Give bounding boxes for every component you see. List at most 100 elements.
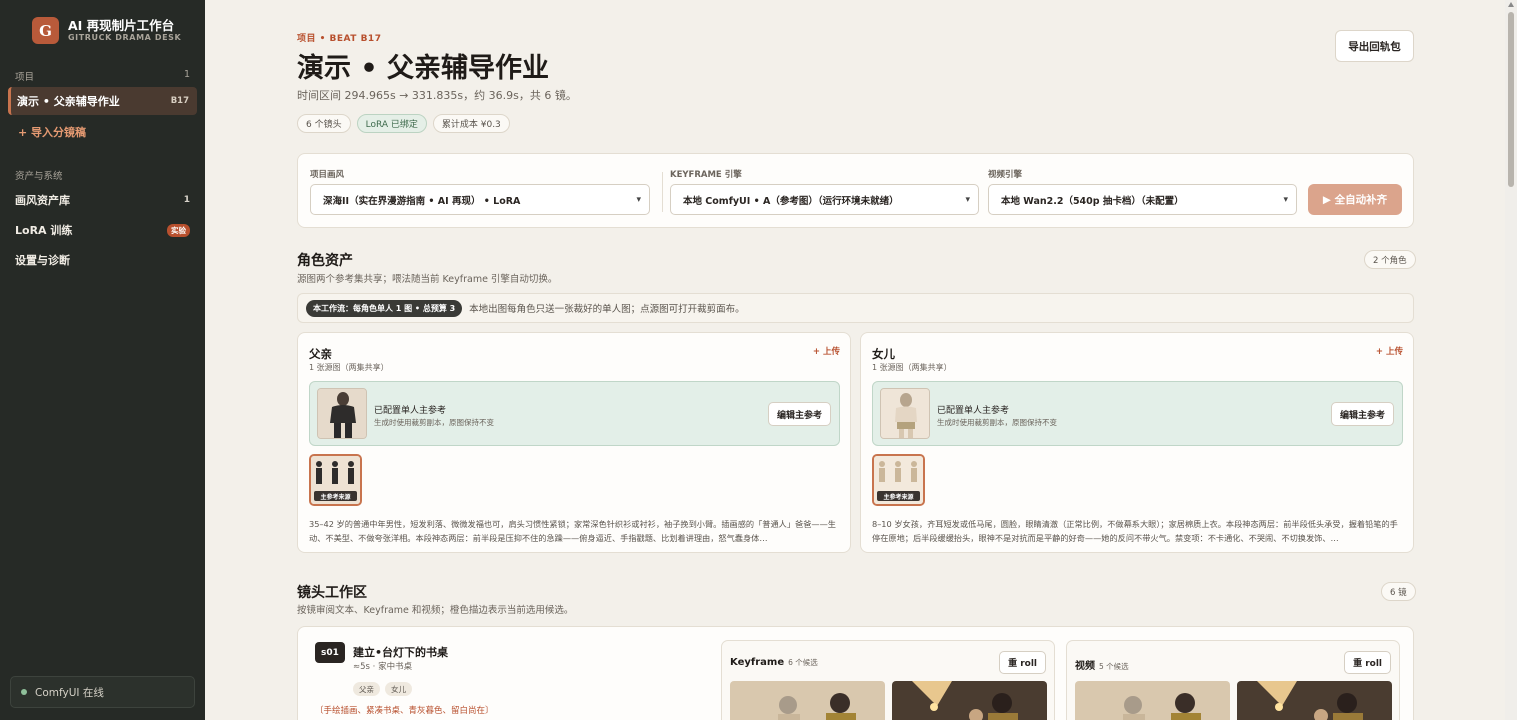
character-count-badge: 2 个角色 <box>1364 250 1416 269</box>
sidebar-item-label: LoRA 训练 <box>15 224 73 237</box>
video-title: 视频 <box>1075 661 1095 672</box>
lora-bound-tag: LoRA 已绑定 <box>356 114 427 133</box>
upload-button[interactable]: + 上传 <box>1376 345 1403 357</box>
sidebar-item-settings[interactable]: 设置与诊断 <box>15 252 190 268</box>
reroll-video-button[interactable]: 重 roll <box>1344 651 1391 674</box>
shots-subtitle: 按镜审阅文本、Keyframe 和视频；橙色描边表示当前选用候选。 <box>297 605 574 616</box>
sidebar-item-style-library[interactable]: 画风资产库 1 <box>15 192 190 208</box>
scroll-up-arrow-icon[interactable] <box>1508 2 1514 7</box>
shot-count-tag: 6 个镜头 <box>297 114 351 133</box>
workflow-info-bar: 本工作流：每角色单人 1 图 • 总预算 3 本地出图每角色只送一张裁好的单人图… <box>297 293 1414 323</box>
sidebar-item-active-project[interactable]: 演示 • 父亲辅导作业 B17 <box>8 87 197 115</box>
sidebar-item-lora-training[interactable]: LoRA 训练 实验 <box>15 222 190 238</box>
video-candidate[interactable] <box>1237 681 1392 720</box>
character-card-daughter: 女儿 1 张源图（两集共享） + 上传 已配置单人主参考 生成时使用裁剪副本，原… <box>860 332 1414 553</box>
reference-status: 已配置单人主参考 <box>937 406 1010 416</box>
breadcrumb: 项目 • BEAT B17 <box>297 34 382 44</box>
brand-logo: G <box>32 17 59 44</box>
panel-title: Keyframe 6 个候选 <box>730 657 818 668</box>
brand: G AI 再现制片工作台 GITRUCK DRAMA DESK <box>32 17 181 44</box>
select-value: 深海II（实在界漫游指南 • AI 再现） • LoRA <box>323 195 521 207</box>
sidebar-item-label: 演示 • 父亲辅导作业 <box>17 95 120 108</box>
brand-title: AI 再现制片工作台 <box>68 17 175 33</box>
video-candidates-panel: 视频 5 个候选 重 roll <box>1066 640 1400 720</box>
edit-main-reference-button[interactable]: 编辑主参考 <box>1330 402 1394 426</box>
candidate-count: 6 个候选 <box>788 658 818 667</box>
shot-character-tags: 父亲 女儿 <box>353 682 412 696</box>
shot-meta: ≈5s · 家中书桌 <box>353 662 413 672</box>
main-reference-panel: 已配置单人主参考 生成时使用裁剪副本，原图保持不变 编辑主参考 <box>872 381 1403 446</box>
keyframe-title: Keyframe <box>730 657 785 668</box>
video-engine-select[interactable]: 本地 Wan2.2（540p 抽卡档）（未配置） ▾ <box>988 184 1297 215</box>
reroll-keyframe-button[interactable]: 重 roll <box>999 651 1046 674</box>
reference-note: 生成时使用裁剪副本，原图保持不变 <box>374 418 494 427</box>
upload-button[interactable]: + 上传 <box>813 345 840 357</box>
page-title: 演示 • 父亲辅导作业 <box>297 53 550 84</box>
online-dot-icon <box>21 689 27 695</box>
brand-subtitle: GITRUCK DRAMA DESK <box>68 32 182 42</box>
source-image-thumbnail[interactable]: 主参考来源 <box>309 454 362 506</box>
chevron-down-icon: ▾ <box>636 194 641 205</box>
status-text: ComfyUI 在线 <box>35 686 104 699</box>
character-name: 父亲 <box>309 347 332 361</box>
sidebar: G AI 再现制片工作台 GITRUCK DRAMA DESK 项目 1 演示 … <box>0 0 205 720</box>
cost-tag: 累计成本 ¥0.3 <box>432 114 510 133</box>
main-reference-panel: 已配置单人主参考 生成时使用裁剪副本，原图保持不变 编辑主参考 <box>309 381 840 446</box>
chevron-down-icon: ▾ <box>1283 194 1288 205</box>
workflow-chip: 本工作流：每角色单人 1 图 • 总预算 3 <box>306 299 463 317</box>
source-image-thumbnail[interactable]: 主参考来源 <box>872 454 925 506</box>
main-reference-thumbnail[interactable] <box>317 388 367 439</box>
sidebar-item-count: 1 <box>183 195 190 205</box>
reference-status: 已配置单人主参考 <box>374 406 447 416</box>
import-storyboard-link[interactable]: + 导入分镜稿 <box>18 124 86 140</box>
sidebar-item-label: 画风资产库 <box>15 194 70 207</box>
character-description: 8–10 岁女孩，齐耳短发或低马尾，圆脸，眼睛清澈（正常比例，不做幕系大眼）；家… <box>872 519 1398 543</box>
shot-title: 建立•台灯下的书桌 <box>353 646 449 659</box>
beat-badge: B17 <box>170 96 189 106</box>
keyframe-engine-select[interactable]: 本地 ComfyUI • A（参考图）（运行环境未就绪） ▾ <box>670 184 979 215</box>
shots-title: 镜头工作区 <box>297 585 367 601</box>
page-subtitle: 时间区间 294.965s → 331.835s，约 36.9s，共 6 镜。 <box>297 89 577 102</box>
edit-main-reference-button[interactable]: 编辑主参考 <box>767 402 831 426</box>
chevron-down-icon: ▾ <box>965 194 970 205</box>
character-source-count: 1 张源图（两集共享） <box>872 363 952 372</box>
workflow-info-text: 本地出图每角色只送一张裁好的单人图；点源图可打开裁剪面布。 <box>469 304 745 315</box>
section-count: 1 <box>183 69 190 80</box>
sidebar-section-assets: 资产与系统 <box>15 168 190 182</box>
character-description: 35–42 岁的普通中年男性，短发利落、微微发福也可，肩头习惯性紧锁；家常深色针… <box>309 519 836 543</box>
character-source-count: 1 张源图（两集共享） <box>309 363 389 372</box>
video-engine-label: 视频引擎 <box>988 170 1023 180</box>
section-label: 项目 <box>15 72 35 83</box>
main-source-label: 主参考来源 <box>877 491 920 501</box>
export-button[interactable]: 导出回轨包 <box>1335 30 1414 62</box>
select-value: 本地 ComfyUI • A（参考图）（运行环境未就绪） <box>683 195 899 207</box>
characters-subtitle: 源图两个参考集共享；喂法随当前 Keyframe 引擎自动切换。 <box>297 274 558 285</box>
header-tags: 6 个镜头 LoRA 已绑定 累计成本 ¥0.3 <box>297 114 510 133</box>
shot-card-s01: s01 建立•台灯下的书桌 ≈5s · 家中书桌 父亲 女儿 〔手绘插画、紧凑书… <box>297 626 1414 720</box>
character-tag: 父亲 <box>353 682 380 696</box>
character-name: 女儿 <box>872 347 895 361</box>
characters-title: 角色资产 <box>297 253 353 269</box>
panel-title: 视频 5 个候选 <box>1075 657 1129 672</box>
engine-settings-card: 项目画风 深海II（实在界漫游指南 • AI 再现） • LoRA ▾ KEYF… <box>297 153 1414 228</box>
main-reference-thumbnail[interactable] <box>880 388 930 439</box>
keyframe-candidate[interactable] <box>730 681 885 720</box>
shot-id-badge: s01 <box>315 642 345 663</box>
auto-fill-button[interactable]: ▶ 全自动补齐 <box>1308 184 1402 215</box>
section-label: 资产与系统 <box>15 171 63 182</box>
scroll-thumb[interactable] <box>1508 12 1514 187</box>
style-label: 项目画风 <box>310 170 345 180</box>
keyframe-engine-label: KEYFRAME 引擎 <box>670 170 742 180</box>
page-scrollbar[interactable] <box>1505 0 1517 720</box>
main-source-label: 主参考来源 <box>314 491 357 501</box>
character-card-father: 父亲 1 张源图（两集共享） + 上传 已配置单人主参考 生成时使用裁剪副本，原… <box>297 332 851 553</box>
character-tag: 女儿 <box>385 682 412 696</box>
comfyui-status[interactable]: ComfyUI 在线 <box>10 676 195 708</box>
main-content: 项目 • BEAT B17 演示 • 父亲辅导作业 时间区间 294.965s … <box>205 0 1505 720</box>
video-candidate[interactable] <box>1075 681 1230 720</box>
candidate-count: 5 个候选 <box>1099 662 1129 671</box>
shot-style-note: 〔手绘插画、紧凑书桌、青灰暮色、留白尚在〕 <box>315 706 494 716</box>
keyframe-candidate[interactable] <box>892 681 1047 720</box>
style-select[interactable]: 深海II（实在界漫游指南 • AI 再现） • LoRA ▾ <box>310 184 650 215</box>
sidebar-item-label: 设置与诊断 <box>15 254 70 267</box>
